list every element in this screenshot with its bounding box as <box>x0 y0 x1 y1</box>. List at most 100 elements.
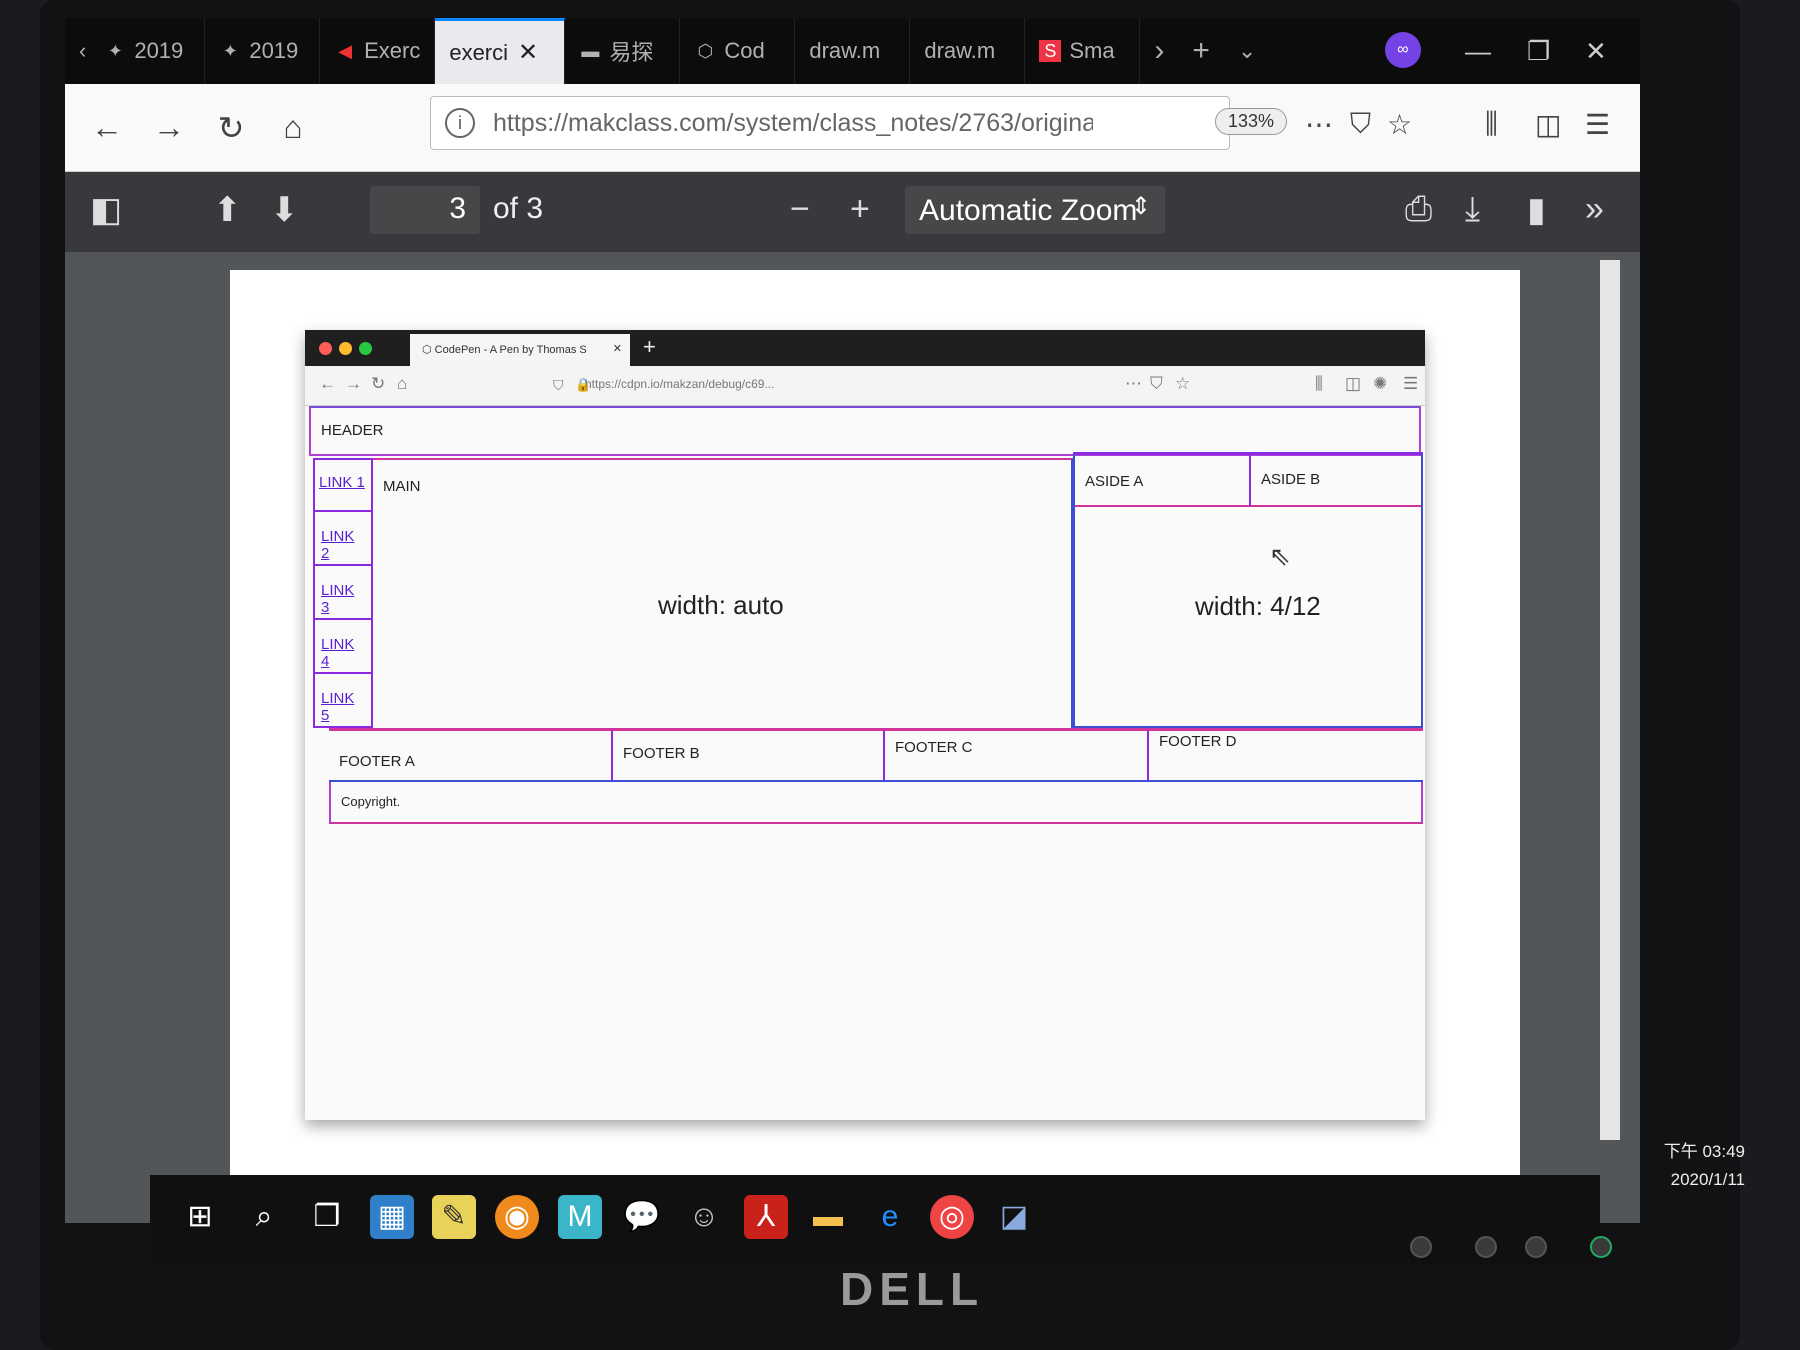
library-icon[interactable]: ⫼ <box>1485 108 1498 141</box>
tab-8[interactable]: S Sma <box>1025 18 1141 84</box>
bookmark-star-icon[interactable]: ☆ <box>1387 108 1412 141</box>
zoom-badge[interactable]: 133% <box>1215 108 1288 135</box>
next-page-icon[interactable]: ⬇ <box>270 190 299 230</box>
scroll-tabs-left-icon[interactable]: ‹ <box>79 38 86 64</box>
dell-logo: DELL <box>840 1263 985 1315</box>
nav-link-1: LINK 1 <box>315 460 371 512</box>
notes-app-icon[interactable]: ✎ <box>432 1195 476 1239</box>
folder-icon[interactable]: ▬ <box>806 1195 850 1239</box>
nav-links-region: LINK 1 LINK 2 LINK 3 LINK 4 LINK 5 <box>313 458 373 728</box>
link-1: LINK 1 <box>319 474 365 491</box>
inner-tab: ⬡ CodePen - A Pen by Thomas S ✕ <box>410 334 630 366</box>
tab-label: 2019 <box>134 38 184 63</box>
pdf-viewer[interactable]: ⬡ CodePen - A Pen by Thomas S ✕ + ← → ↻ ⌂… <box>65 252 1640 1223</box>
search-icon[interactable]: ⌕ <box>242 1195 286 1239</box>
url-bar[interactable]: i https://makclass.com/system/class_note… <box>430 96 1230 150</box>
aside-width-note: width: 4/12 <box>1195 591 1321 621</box>
task-view-icon[interactable]: ❐ <box>305 1195 349 1239</box>
forward-icon[interactable]: → <box>149 109 189 146</box>
link-4: LINK 4 <box>321 636 355 670</box>
previous-page-icon[interactable]: ⬆ <box>213 190 242 230</box>
firefox-icon[interactable]: ◉ <box>495 1195 539 1239</box>
back-icon: ← <box>319 374 336 393</box>
smallpdf-icon: S <box>1039 40 1062 62</box>
vertical-scrollbar[interactable] <box>1600 260 1620 1140</box>
url-text[interactable]: https://makclass.com/system/class_notes/… <box>493 109 1093 138</box>
bookmark-icon[interactable]: ▮ <box>1527 190 1546 230</box>
tab-2[interactable]: ◀ Exerc <box>320 18 436 84</box>
tab-6[interactable]: draw.m <box>795 18 911 84</box>
tab-4[interactable]: ▬ 易探 <box>565 18 681 84</box>
sidebar-icon[interactable]: ◫ <box>1535 108 1561 141</box>
chrome-icon[interactable]: ◎ <box>930 1195 974 1239</box>
chat-app-icon[interactable]: 💬 <box>620 1195 664 1239</box>
page-count: of 3 <box>493 192 544 225</box>
monitor-button <box>1525 1236 1547 1258</box>
new-tab-icon[interactable]: + <box>1192 34 1210 68</box>
pocket-icon: ⛉ <box>1150 374 1163 393</box>
tools-icon[interactable]: » <box>1585 190 1604 229</box>
zoom-dot-icon <box>359 342 372 355</box>
aside-b: ASIDE B <box>1251 455 1421 507</box>
zoom-select[interactable]: Automatic Zoom ⇕ <box>905 186 1165 234</box>
tab-0[interactable]: ✦ 2019 <box>90 18 206 84</box>
home-icon[interactable]: ⌂ <box>273 109 313 146</box>
navigation-bar: ← → ↻ ⌂ i https://makclass.com/system/cl… <box>65 84 1640 172</box>
scroll-tabs-right-icon[interactable]: › <box>1154 34 1164 68</box>
more-icon: ⋯ <box>1125 374 1142 393</box>
restore-icon[interactable]: ❐ <box>1527 36 1550 67</box>
codepen-icon: ⬡ <box>697 41 714 61</box>
explorer-app-icon[interactable]: ▦ <box>370 1195 414 1239</box>
toggle-sidebar-icon[interactable]: ◧ <box>90 190 122 230</box>
page-number-input[interactable]: 3 <box>370 186 480 234</box>
page-actions-icon[interactable]: ⋯ <box>1305 108 1333 141</box>
pocket-icon[interactable]: ⛉ <box>1350 108 1371 141</box>
mouse-cursor-icon: ⇖ <box>1269 541 1291 571</box>
drawing-app-icon[interactable]: ◪ <box>992 1195 1036 1239</box>
header-region: HEADER <box>309 406 1421 456</box>
library-icon: ⫼ <box>1315 374 1323 393</box>
taskbar-clock[interactable]: 下午 03:49 2020/1/11 <box>1490 1138 1745 1194</box>
menu-icon[interactable]: ☰ <box>1585 108 1610 141</box>
edge-icon[interactable]: e <box>868 1195 912 1239</box>
back-icon[interactable]: ← <box>87 109 127 146</box>
tab-5[interactable]: ⬡ Cod <box>680 18 796 84</box>
aside-b-label: ASIDE B <box>1261 471 1321 488</box>
app-icon: ✦ <box>222 41 238 61</box>
embedded-screenshot: ⬡ CodePen - A Pen by Thomas S ✕ + ← → ↻ ⌂… <box>305 330 1425 1120</box>
windows-start-icon[interactable]: ⊞ <box>178 1195 222 1239</box>
close-window-icon[interactable]: ✕ <box>1585 36 1607 67</box>
download-icon[interactable]: ⤓ <box>1465 190 1480 229</box>
zoom-out-icon[interactable]: − <box>790 190 810 229</box>
print-icon[interactable]: ⎙ <box>1405 190 1432 229</box>
zoom-in-icon[interactable]: + <box>850 190 870 229</box>
inner-titlebar: ⬡ CodePen - A Pen by Thomas S ✕ + <box>305 330 1425 366</box>
tab-1[interactable]: ✦ 2019 <box>205 18 321 84</box>
tab-active[interactable]: exerci ✕ <box>435 18 566 84</box>
maya-app-icon[interactable]: M <box>558 1195 602 1239</box>
nav-link-5: LINK 5 <box>315 676 371 726</box>
footer-d: FOOTER D <box>1149 731 1419 781</box>
close-tab-icon[interactable]: ✕ <box>518 38 538 67</box>
tab-label: draw.m <box>809 38 881 63</box>
power-button-icon <box>1590 1236 1612 1258</box>
aside-region: ASIDE A ASIDE B width: 4/12 ⇖ <box>1073 452 1423 728</box>
acrobat-icon[interactable]: ⅄ <box>744 1195 788 1239</box>
character-app-icon[interactable]: ☺ <box>682 1195 726 1239</box>
clock-date: 2020/1/11 <box>1670 1170 1745 1189</box>
list-tabs-icon[interactable]: ⌄ <box>1238 38 1256 64</box>
footer-c: FOOTER C <box>885 731 1149 781</box>
private-mask-icon: ∞ <box>1385 32 1421 68</box>
footer-a: FOOTER A <box>329 731 613 781</box>
reload-icon[interactable]: ↻ <box>211 109 251 147</box>
doc-icon: ▬ <box>581 41 600 61</box>
copyright-label: Copyright. <box>341 794 401 809</box>
tab-7[interactable]: draw.m <box>910 18 1026 84</box>
inner-tab-title: CodePen - A Pen by Thomas S <box>434 344 587 356</box>
minimize-icon[interactable]: — <box>1465 36 1491 67</box>
site-info-icon[interactable]: i <box>445 108 475 138</box>
tab-label: Sma <box>1069 38 1115 63</box>
codepen-icon: ⬡ <box>422 344 435 356</box>
nav-link-3: LINK 3 <box>315 568 371 620</box>
monitor-screen: ‹ ✦ 2019 ✦ 2019 ◀ Exerc exerci ✕ ▬ 易探 ⬡ Cod dr… <box>65 18 1640 1223</box>
